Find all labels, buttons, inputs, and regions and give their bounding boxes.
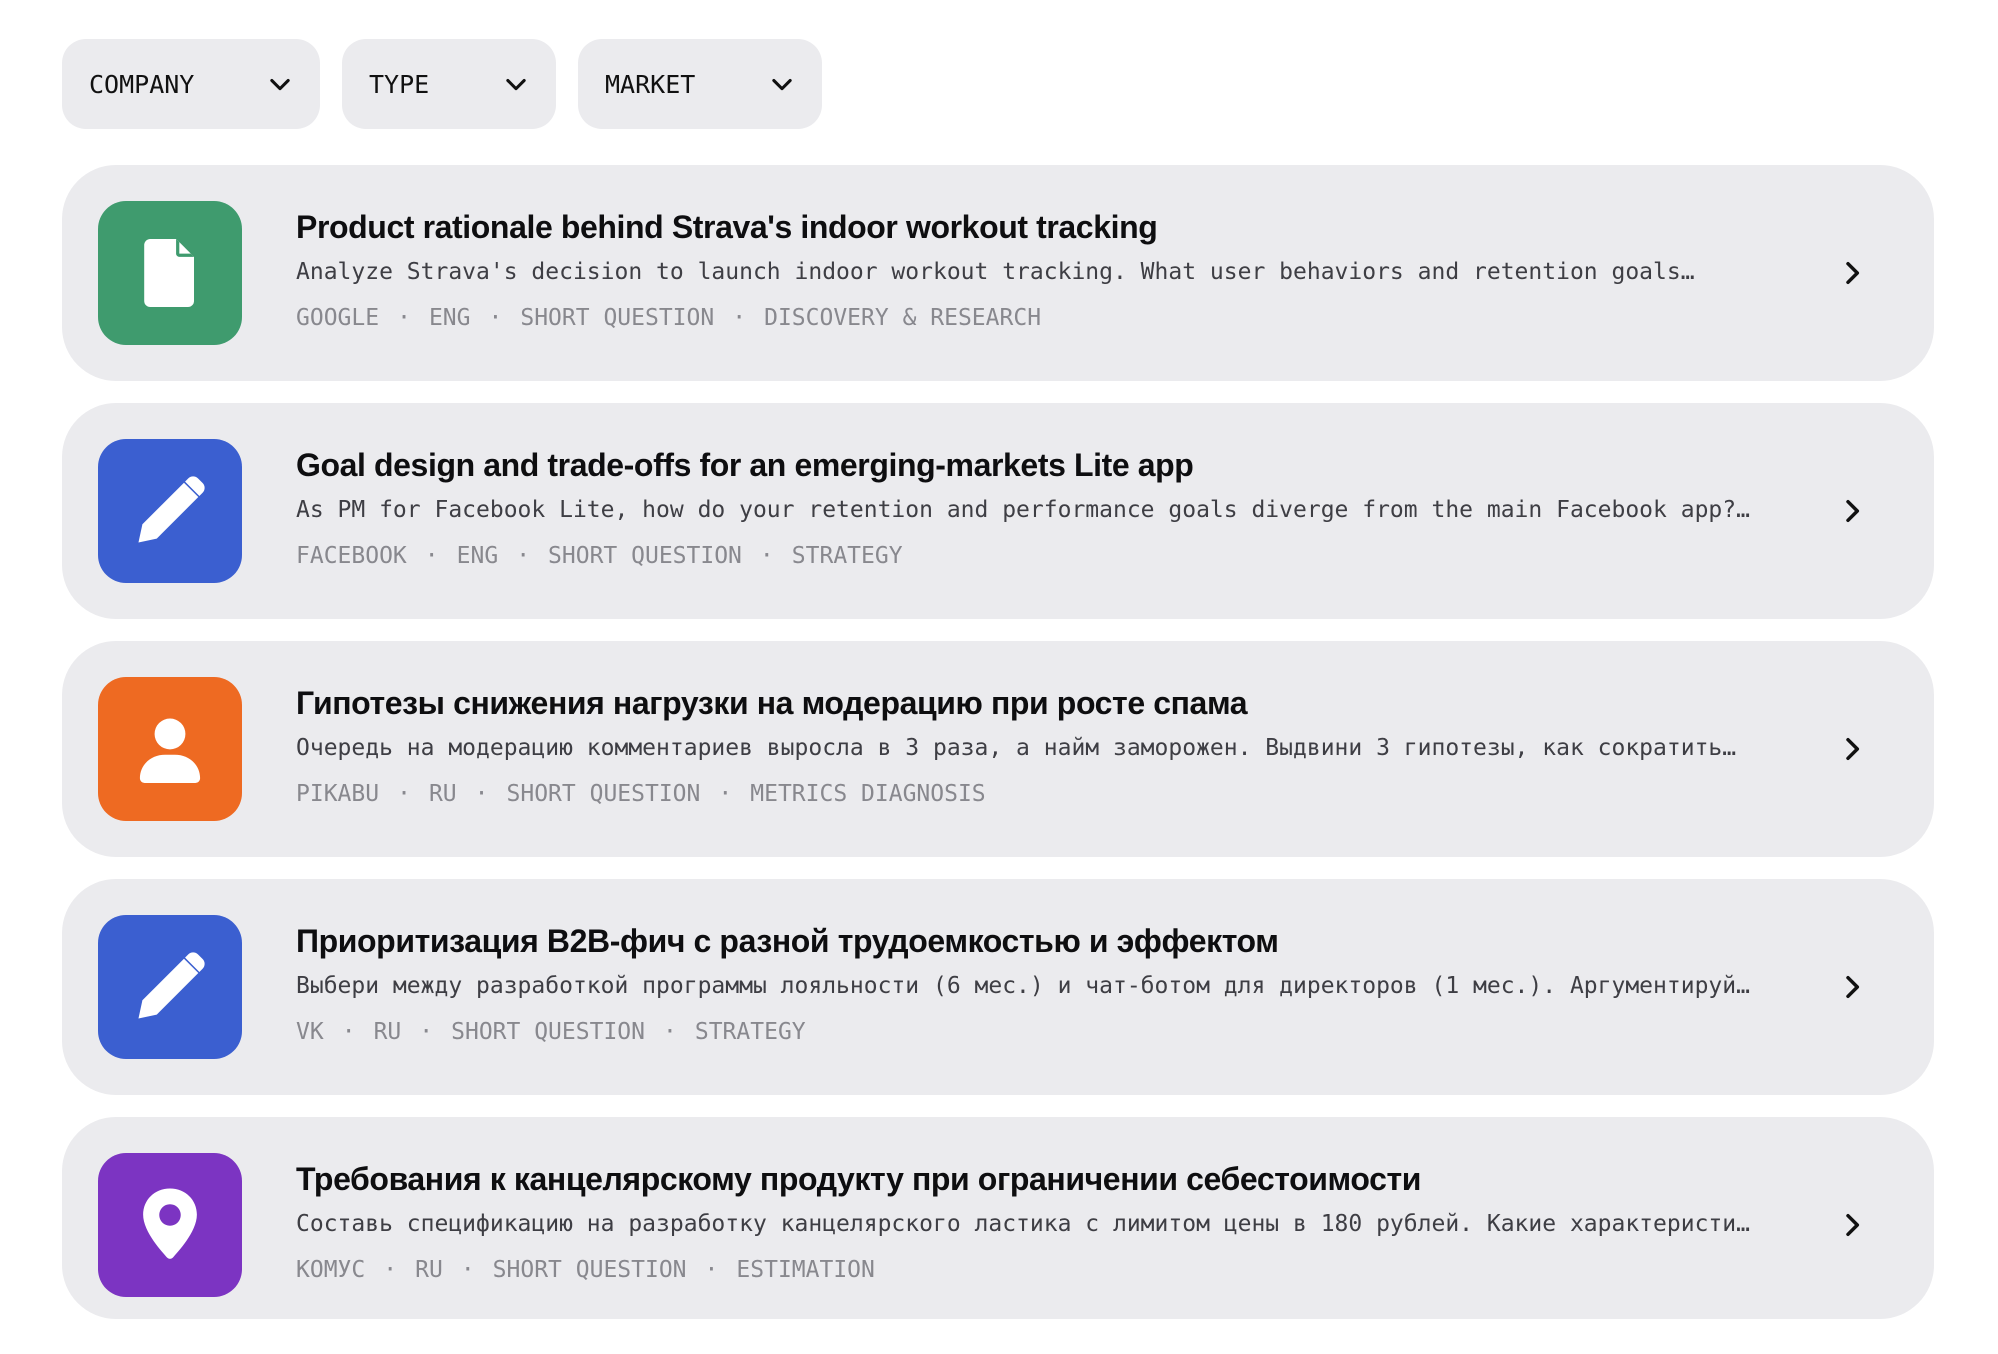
question-tags: FACEBOOK · ENG · SHORT QUESTION · STRATE… xyxy=(296,541,903,571)
question-tags: VK · RU · SHORT QUESTION · STRATEGY xyxy=(296,1017,806,1047)
question-card[interactable]: Гипотезы снижения нагрузки на модерацию … xyxy=(62,641,1934,857)
user-icon xyxy=(139,718,201,784)
separator-dot: · xyxy=(419,1019,434,1045)
category-tag: ESTIMATION xyxy=(736,1257,875,1283)
pencil-tile xyxy=(98,915,242,1059)
format-tag: SHORT QUESTION xyxy=(520,305,715,331)
question-title: Product rationale behind Strava's indoor… xyxy=(296,209,1158,245)
question-card[interactable]: Product rationale behind Strava's indoor… xyxy=(62,165,1934,381)
format-tag: SHORT QUESTION xyxy=(548,543,742,569)
company-tag: GOOGLE xyxy=(296,305,380,331)
pencil-tile xyxy=(98,439,242,583)
question-tags: GOOGLE · ENG · SHORT QUESTION · DISCOVER… xyxy=(296,303,1041,333)
separator-dot: · xyxy=(424,543,439,569)
chevron-right-icon xyxy=(1846,737,1860,761)
separator-dot: · xyxy=(718,781,733,807)
company-tag: FACEBOOK xyxy=(296,543,407,569)
chevron-down-icon xyxy=(506,78,526,91)
language-tag: RU xyxy=(373,1019,402,1045)
open-question-button[interactable] xyxy=(1836,733,1868,765)
question-card[interactable]: Приоритизация B2B-фич с разной трудоемко… xyxy=(62,879,1934,1095)
category-tag: STRATEGY xyxy=(791,543,903,569)
separator-dot: · xyxy=(516,543,531,569)
chevron-down-icon xyxy=(772,78,792,91)
language-tag: RU xyxy=(428,781,457,807)
language-tag: RU xyxy=(415,1257,443,1283)
open-question-button[interactable] xyxy=(1836,971,1868,1003)
question-title: Приоритизация B2B-фич с разной трудоемко… xyxy=(296,923,1279,959)
separator-dot: · xyxy=(759,543,774,569)
category-tag: DISCOVERY & RESEARCH xyxy=(764,305,1042,331)
separator-dot: · xyxy=(704,1257,719,1283)
pencil-icon xyxy=(138,476,205,543)
market-filter-dropdown[interactable]: MARKET xyxy=(578,39,822,129)
company-tag: PIKABU xyxy=(296,781,380,807)
question-title: Goal design and trade-offs for an emergi… xyxy=(296,447,1194,483)
company-tag: КОМУС xyxy=(296,1257,366,1283)
chevron-right-icon xyxy=(1846,499,1860,523)
separator-dot: · xyxy=(474,781,489,807)
open-question-button[interactable] xyxy=(1836,257,1868,289)
market-filter-label: MARKET xyxy=(605,69,696,99)
chevron-right-icon xyxy=(1846,1213,1860,1237)
chevron-down-icon xyxy=(270,78,290,91)
question-description: Выбери между разработкой программы лояль… xyxy=(296,973,1750,999)
document-icon xyxy=(144,238,195,308)
document-tile xyxy=(98,201,242,345)
map-pin-tile xyxy=(98,1153,242,1297)
format-tag: SHORT QUESTION xyxy=(506,781,701,807)
pencil-icon xyxy=(138,952,205,1019)
separator-dot: · xyxy=(460,1257,475,1283)
question-title: Гипотезы снижения нагрузки на модерацию … xyxy=(296,685,1248,721)
question-description: Analyze Strava's decision to launch indo… xyxy=(296,259,1695,285)
chevron-right-icon xyxy=(1846,975,1860,999)
question-card[interactable]: Требования к канцелярскому продукту при … xyxy=(62,1117,1934,1319)
question-description: As PM for Facebook Lite, how do your ret… xyxy=(296,497,1750,523)
separator-dot: · xyxy=(663,1019,677,1045)
company-tag: VK xyxy=(296,1019,324,1045)
type-filter-dropdown[interactable]: TYPE xyxy=(342,39,556,129)
separator-dot: · xyxy=(397,781,411,807)
format-tag: SHORT QUESTION xyxy=(451,1019,645,1045)
category-tag: METRICS DIAGNOSIS xyxy=(750,781,986,807)
filter-bar: COMPANY TYPE MARKET xyxy=(62,39,822,129)
question-tags: КОМУС · RU · SHORT QUESTION · ESTIMATION xyxy=(296,1255,875,1285)
question-card[interactable]: Goal design and trade-offs for an emergi… xyxy=(62,403,1934,619)
company-filter-label: COMPANY xyxy=(89,69,195,99)
category-tag: STRATEGY xyxy=(694,1019,806,1045)
separator-dot: · xyxy=(397,305,411,331)
open-question-button[interactable] xyxy=(1836,1209,1868,1241)
format-tag: SHORT QUESTION xyxy=(492,1257,687,1283)
question-tags: PIKABU · RU · SHORT QUESTION · METRICS D… xyxy=(296,779,986,809)
language-tag: ENG xyxy=(456,543,499,569)
map-pin-icon xyxy=(143,1188,197,1259)
separator-dot: · xyxy=(732,305,747,331)
question-title: Требования к канцелярскому продукту при … xyxy=(296,1161,1422,1197)
language-tag: ENG xyxy=(428,305,471,331)
separator-dot: · xyxy=(341,1019,356,1045)
open-question-button[interactable] xyxy=(1836,495,1868,527)
separator-dot: · xyxy=(488,305,503,331)
type-filter-label: TYPE xyxy=(369,69,430,99)
question-description: Очередь на модерацию комментариев выросл… xyxy=(296,735,1737,761)
company-filter-dropdown[interactable]: COMPANY xyxy=(62,39,320,129)
question-list: Product rationale behind Strava's indoor… xyxy=(62,165,1934,1341)
question-description: Составь спецификацию на разработку канце… xyxy=(296,1211,1756,1237)
chevron-right-icon xyxy=(1846,261,1860,285)
separator-dot: · xyxy=(383,1257,398,1283)
user-tile xyxy=(98,677,242,821)
